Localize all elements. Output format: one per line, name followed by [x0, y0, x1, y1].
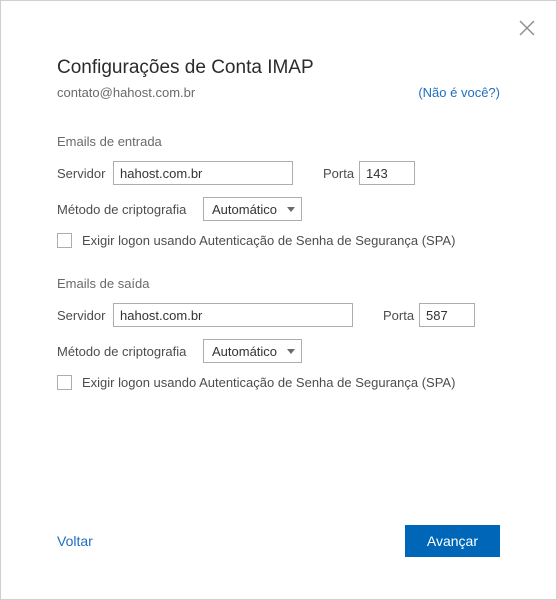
incoming-method-value: Automático	[212, 202, 277, 217]
chevron-down-icon	[287, 349, 295, 354]
imap-settings-dialog: Configurações de Conta IMAP contato@haho…	[0, 0, 557, 600]
incoming-port-input[interactable]	[359, 161, 415, 185]
outgoing-header: Emails de saída	[57, 276, 500, 291]
outgoing-method-value: Automático	[212, 344, 277, 359]
outgoing-spa-checkbox[interactable]	[57, 375, 72, 390]
not-you-link[interactable]: (Não é você?)	[418, 85, 500, 100]
outgoing-port-label: Porta	[383, 308, 419, 323]
chevron-down-icon	[287, 207, 295, 212]
incoming-spa-label: Exigir logon usando Autenticação de Senh…	[82, 233, 455, 248]
account-email: contato@hahost.com.br	[57, 85, 195, 100]
incoming-method-label: Método de criptografia	[57, 202, 203, 217]
next-button[interactable]: Avançar	[405, 525, 500, 557]
incoming-method-dropdown[interactable]: Automático	[203, 197, 302, 221]
outgoing-method-row: Método de criptografia Automático	[57, 339, 500, 363]
back-button[interactable]: Voltar	[57, 533, 93, 549]
outgoing-spa-row: Exigir logon usando Autenticação de Senh…	[57, 375, 500, 390]
outgoing-port-input[interactable]	[419, 303, 475, 327]
incoming-spa-checkbox[interactable]	[57, 233, 72, 248]
outgoing-server-input[interactable]	[113, 303, 353, 327]
incoming-method-row: Método de criptografia Automático	[57, 197, 500, 221]
outgoing-server-label: Servidor	[57, 308, 113, 323]
outgoing-method-dropdown[interactable]: Automático	[203, 339, 302, 363]
dialog-title: Configurações de Conta IMAP	[57, 57, 500, 79]
dialog-subheader: contato@hahost.com.br (Não é você?)	[57, 85, 500, 100]
outgoing-spa-label: Exigir logon usando Autenticação de Senh…	[82, 375, 455, 390]
close-icon[interactable]	[518, 19, 536, 37]
incoming-server-label: Servidor	[57, 166, 113, 181]
incoming-header: Emails de entrada	[57, 134, 500, 149]
outgoing-server-row: Servidor Porta	[57, 303, 500, 327]
incoming-server-row: Servidor Porta	[57, 161, 500, 185]
dialog-footer: Voltar Avançar	[57, 525, 500, 557]
incoming-server-input[interactable]	[113, 161, 293, 185]
outgoing-method-label: Método de criptografia	[57, 344, 203, 359]
incoming-port-label: Porta	[323, 166, 359, 181]
incoming-spa-row: Exigir logon usando Autenticação de Senh…	[57, 233, 500, 248]
